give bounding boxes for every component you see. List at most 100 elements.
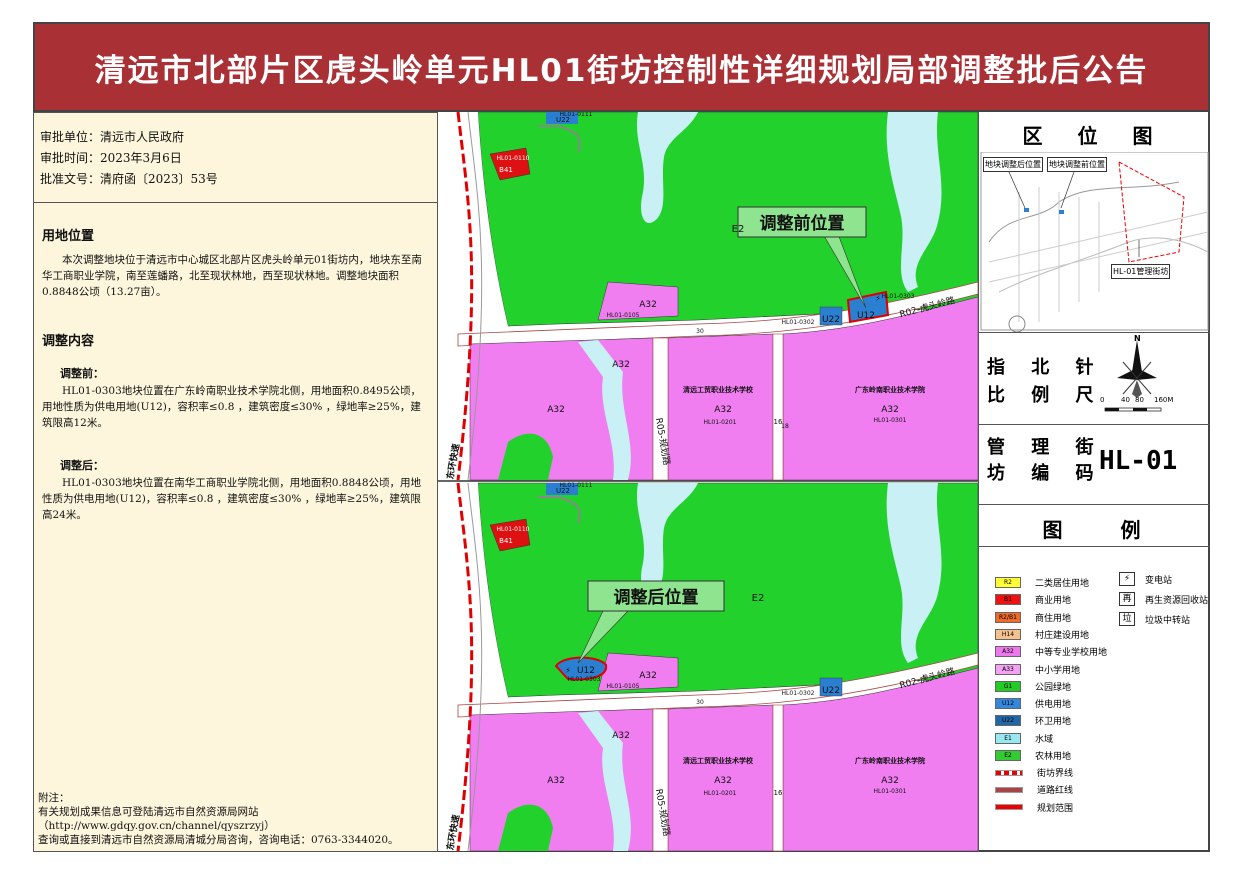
a32-north-label: A32: [639, 300, 657, 310]
legend-swatch: R2/B1: [995, 611, 1021, 623]
parcel-0302-label: HL01-0302: [782, 319, 815, 326]
footnote: 附注： 有关规划成果信息可登陆清远市自然资源局网站 （http://www.gd…: [34, 791, 403, 847]
legend-title: 图 例: [1042, 518, 1147, 542]
road-num-30: 30: [696, 328, 704, 335]
parcel-0303-label: HL01-0303: [882, 293, 915, 300]
legend-label: 商业用地: [1035, 596, 1072, 607]
location-map: [980, 152, 1209, 332]
map-panels: U12 ⚡ HL01-0303 调整前位置 A32 HL01-0105 A32 A32 A32 H…: [438, 111, 979, 852]
before-text: HL01-0303地块位置在广东岭南职业技术学院北侧，用地面积0.8495公顷，…: [42, 385, 421, 429]
legend-item: E2 农林用地: [995, 749, 1071, 762]
legend-box: 图 例 R2 二类居住用地 B1 商业用地 R2/B1 商住用地 H14 村庄建设用地 A32 中…: [979, 504, 1210, 852]
parcel-0303-label: HL01-0303: [568, 676, 601, 683]
legend-item: R2/B1 商住用地: [995, 611, 1071, 624]
legend-label: 规划范围: [1037, 803, 1074, 814]
a32-center-label: A32: [714, 405, 732, 415]
u12-label: U12: [577, 666, 595, 676]
road-num-18: 18: [781, 423, 789, 430]
parcel-0111-label: HL01-0111: [560, 482, 593, 489]
note-line-2: 有关规划成果信息可登陆清远市自然资源局网站: [38, 806, 259, 818]
after-heading: 调整后：: [60, 459, 104, 472]
legend-label: 再生资源回收站: [1145, 595, 1209, 606]
map-before: U12⚡ HL01-0303 调整前位置 A32 HL01-0105 A32 A32 A32 H…: [438, 111, 979, 481]
legend-label: 公园绿地: [1035, 682, 1072, 693]
legend-symbol-icon: ⚡: [1119, 572, 1135, 586]
parcel-0301-label: HL01-0301: [874, 417, 907, 424]
map-after: U12 ⚡HL01-0303 调整后位置 A32 HL01-0105 A32 A32 A32 H…: [438, 482, 979, 852]
legend-label: 二类居住用地: [1035, 579, 1090, 589]
legend-label: 变电站: [1145, 575, 1173, 586]
u22-label: U22: [822, 315, 840, 325]
e2-label: E2: [732, 224, 745, 235]
adjust-heading: 调整内容: [42, 334, 95, 349]
loc-after-label: 地块调整后位置: [983, 157, 1043, 172]
before-heading: 调整前：: [60, 367, 104, 380]
legend-symbol-item: 垃垃圾中转站: [1119, 612, 1190, 626]
north-letter: N: [1134, 334, 1141, 343]
road-num-16: 16: [774, 789, 783, 797]
legend-symbol-icon: 再: [1119, 592, 1135, 606]
legend-label: 供电用地: [1035, 700, 1072, 711]
callout-label: 调整后位置: [614, 587, 699, 608]
info-panel: 审批单位：清远市人民政府 审批时间：2023年3月6日 批准文号：清府函〔202…: [33, 112, 438, 852]
legend-label: 中小学用地: [1035, 665, 1081, 676]
legend-item: A33 中小学用地: [995, 663, 1080, 676]
code-label-2: 坊 编 码: [987, 463, 1104, 484]
legend-item: G1 公园绿地: [995, 680, 1071, 693]
legend-item: B1 商业用地: [995, 593, 1071, 606]
scale-40: 40: [1121, 396, 1130, 404]
a32-center-label: A32: [714, 776, 732, 786]
a32-left-label: A32: [547, 405, 565, 415]
substation-icon: ⚡: [875, 294, 881, 303]
loc-block-label: HL-01管理街坊: [1111, 264, 1171, 279]
legend-line-swatch: [995, 786, 1023, 793]
b41-label: B41: [499, 537, 513, 545]
legend-label: 农林用地: [1035, 752, 1072, 762]
legend-line-item: 规划范围: [995, 801, 1073, 814]
location-map-box: 区 位 图 地块调整后位置 地块调整前位置 HL-01管理街坊: [979, 112, 1210, 333]
legend-swatch: G1: [995, 680, 1021, 692]
u22-label: U22: [822, 686, 840, 696]
e2-label: E2: [752, 593, 765, 604]
parcel-0105-label: HL01-0105: [607, 683, 640, 690]
location-heading: 用地位置: [42, 229, 95, 244]
callout-label: 调整前位置: [760, 213, 845, 234]
legend-swatch: A33: [995, 663, 1021, 675]
legend-swatch: U12: [995, 698, 1021, 710]
legend-label: 中等专业学校用地: [1035, 648, 1108, 659]
road-num-30: 30: [696, 699, 704, 706]
legend-label: 环卫用地: [1035, 717, 1072, 728]
location-text: 本次调整地块位于清远市中心城区北部片区虎头岭单元01街坊内，地块东至南华工商职业…: [42, 254, 422, 298]
note-line-4: 查询或直接到清远市自然资源局清城分局咨询，咨询电话：0763-3344020。: [38, 834, 399, 846]
scale-0: 0: [1100, 396, 1105, 404]
legend-label: 道路红线: [1037, 786, 1074, 797]
legend-item: U12 供电用地: [995, 697, 1071, 710]
note-line-3: （http://www.gdqy.gov.cn/channel/qyszrzyj…: [38, 820, 275, 832]
school2-label: 广东岭南职业技术学院: [855, 756, 925, 765]
block-code-box: 管 理 街 坊 编 码 HL-01: [979, 424, 1210, 505]
map-svg: U12⚡ HL01-0303调整前位置A32HL01-0105A32A32A32H…: [438, 111, 979, 852]
legend-symbol-item: ⚡ 变电站: [1119, 572, 1172, 586]
parcel-0110-label: HL01-0110: [497, 155, 530, 162]
scale-label: 比 例 尺: [987, 385, 1104, 406]
note-line-1: 附注：: [38, 792, 70, 804]
parcel-0111-label: HL01-0111: [560, 112, 593, 118]
after-text: HL01-0303地块位置在南华工商职业学院北侧，用地面积0.8848公顷，用地…: [42, 477, 421, 521]
legend-symbol-icon: 垃: [1119, 612, 1135, 626]
scale-80: 80: [1135, 396, 1144, 404]
parcel-0201-label: HL01-0201: [704, 790, 737, 797]
a32-mid-label: A32: [612, 731, 630, 741]
a32-north-label: A32: [639, 671, 657, 681]
right-panel: 区 位 图 地块调整后位置 地块调整前位置 HL-01管理街坊 指 北 针 比 …: [978, 112, 1210, 852]
parcel-0110-label: HL01-0110: [497, 526, 530, 533]
legend-label: 垃圾中转站: [1145, 615, 1191, 626]
legend-item: A32 中等专业学校用地: [995, 645, 1107, 658]
school1-label: 清远工贸职业技术学校: [683, 385, 754, 394]
legend-line-swatch: [995, 769, 1023, 776]
u12-label: U12: [857, 311, 875, 321]
a32-mid-label: A32: [612, 360, 630, 370]
legend-item: U22 环卫用地: [995, 714, 1071, 727]
north-scale-box: 指 北 针 比 例 尺 0 40 80 160M N: [979, 332, 1210, 425]
legend-label: 商住用地: [1035, 613, 1072, 624]
block-code: HL-01: [1099, 446, 1178, 476]
